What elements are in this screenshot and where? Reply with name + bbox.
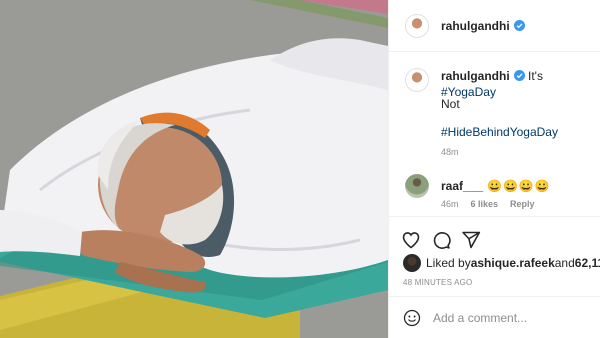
commenter-username[interactable]: raaf___ [441,179,483,193]
post-side-panel: rahulgandhi rahulgandhi It's #YogaDay No… [388,0,600,338]
caption-timestamp[interactable]: 48m [441,147,459,157]
hashtag-hidebehindyogaday[interactable]: #HideBehindYogaDay [441,125,558,139]
likes-middle: and [554,256,575,270]
comment-row: raaf___ 😀😀😀😀 [405,174,551,198]
caption-line1-prefix: It's [528,69,543,83]
comment-likes[interactable]: 6 likes [471,199,499,209]
emoji-icon[interactable] [403,309,421,327]
verified-icon [513,70,525,81]
post-image-illustration [0,0,388,338]
add-comment-bar: Add a comment... [389,296,600,338]
comment-reply-button[interactable]: Reply [510,199,535,209]
post-photo [0,0,388,338]
caption-line2: Not [441,97,460,111]
author-username[interactable]: rahulgandhi [441,19,510,33]
verified-icon [513,20,525,31]
likes-summary: Liked by ashique.rafeek and 62,114 oth [403,254,600,272]
likes-prefix: Liked by [426,256,471,270]
post-timestamp[interactable]: 48 MINUTES AGO [403,278,472,287]
liker-avatar[interactable] [403,254,421,272]
likes-count[interactable]: 62,114 oth [575,256,600,270]
caption-row: rahulgandhi It's #YogaDay [405,68,600,100]
author-avatar[interactable] [405,13,429,38]
caption-username[interactable]: rahulgandhi [441,69,510,83]
caption-avatar[interactable] [405,68,429,92]
share-icon[interactable] [461,230,481,250]
comment-text: 😀😀😀😀 [487,179,551,193]
add-comment-input[interactable]: Add a comment... [433,311,527,325]
comment-timestamp[interactable]: 46m [441,199,459,209]
commenter-avatar[interactable] [405,174,429,198]
comment-icon[interactable] [431,230,451,250]
heart-icon[interactable] [401,230,421,250]
post-header: rahulgandhi [389,0,600,52]
caption-text: rahulgandhi It's #YogaDay [441,68,600,100]
comment-meta: 46m 6 likes Reply [441,199,535,209]
liker-username[interactable]: ashique.rafeek [471,256,555,270]
